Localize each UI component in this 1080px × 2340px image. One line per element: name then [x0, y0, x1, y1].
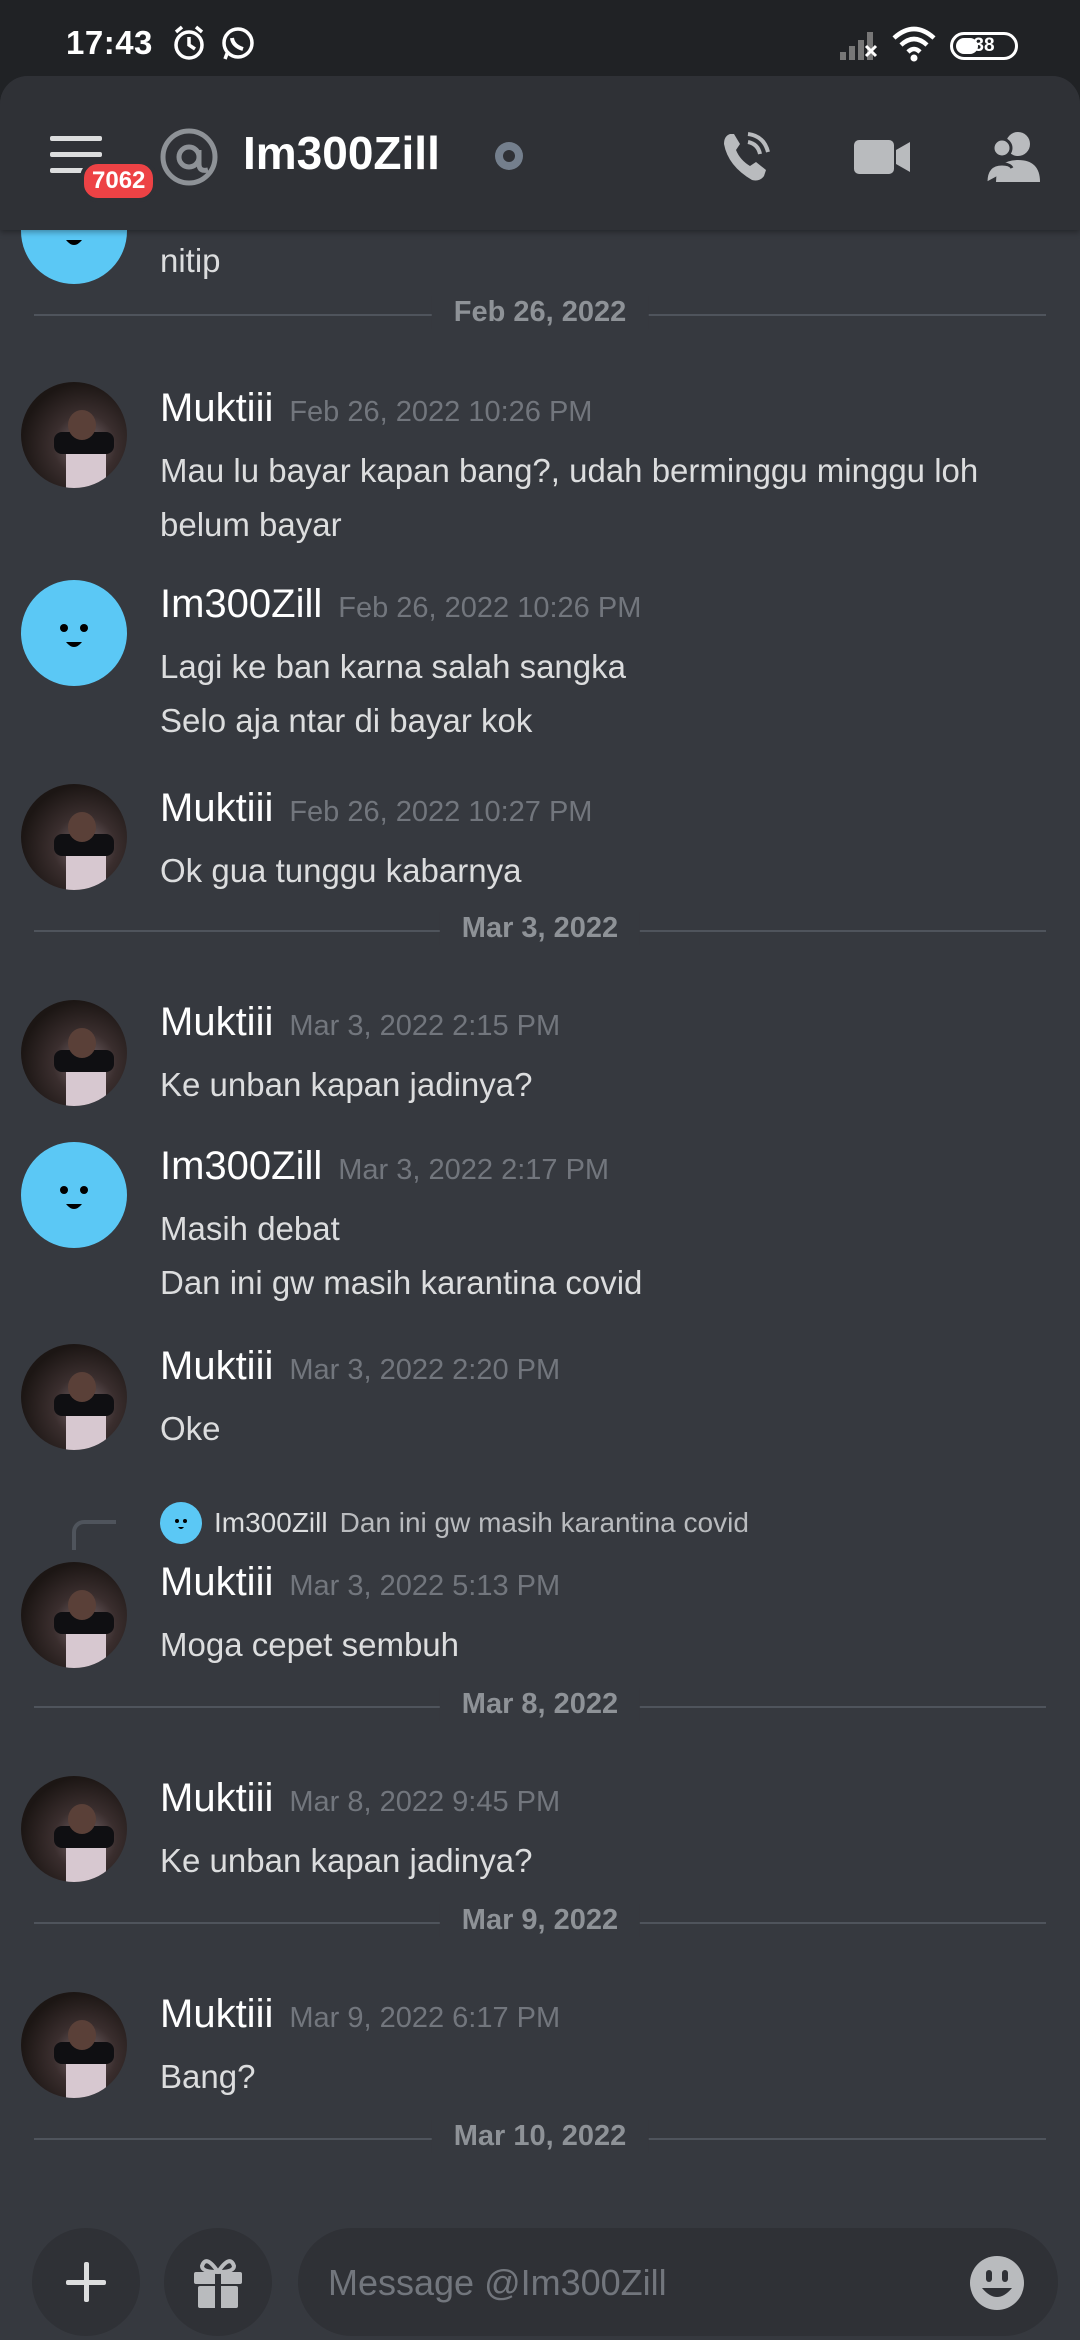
plus-icon — [66, 2262, 106, 2302]
message-timestamp: Mar 3, 2022 5:13 PM — [289, 1570, 561, 1602]
message-text: Ok gua tunggu kabarnya — [160, 852, 522, 889]
date-separator: Mar 9, 2022 — [34, 1904, 1046, 1937]
message-list[interactable]: nitip Feb 26, 2022 Muktiii Feb 26, 2022 1… — [0, 230, 1080, 2200]
message-author[interactable]: Muktiii Mar 3, 2022 2:20 PM — [160, 1344, 560, 1389]
message-timestamp: Mar 9, 2022 6:17 PM — [289, 2002, 561, 2034]
avatar[interactable] — [21, 784, 127, 890]
emoji-icon[interactable] — [968, 2254, 1026, 2312]
avatar[interactable] — [21, 1992, 127, 2098]
app-card: 7062 Im300Zill nitip Feb 26, 2022 Muktii… — [0, 76, 1080, 2340]
reply-connector — [72, 1520, 116, 1550]
voice-call-icon[interactable] — [718, 128, 776, 186]
add-attachment-button[interactable] — [32, 2228, 140, 2336]
message-text: Masih debat Dan ini gw masih karantina co… — [160, 1210, 643, 1301]
message-timestamp: Mar 8, 2022 9:45 PM — [289, 1786, 561, 1818]
reply-avatar — [160, 1502, 202, 1544]
message-timestamp: Mar 3, 2022 2:17 PM — [338, 1154, 610, 1186]
message-timestamp: Feb 26, 2022 10:26 PM — [338, 592, 642, 624]
message-author[interactable]: Im300Zill Feb 26, 2022 10:26 PM — [160, 582, 641, 627]
reply-preview[interactable]: Im300Zill Dan ini gw masih karantina cov… — [160, 1502, 749, 1544]
message-text: nitip — [160, 242, 221, 279]
date-separator: Mar 10, 2022 — [34, 2120, 1046, 2153]
message-text: Oke — [160, 1410, 221, 1447]
status-offline-icon — [495, 142, 523, 170]
message-author[interactable]: Muktiii Mar 3, 2022 5:13 PM — [160, 1560, 560, 1605]
battery-icon: 38 — [950, 32, 1018, 60]
message-text: Moga cepet sembuh — [160, 1626, 460, 1663]
avatar[interactable] — [21, 1562, 127, 1668]
avatar[interactable] — [21, 1776, 127, 1882]
avatar[interactable] — [21, 1344, 127, 1450]
avatar[interactable] — [21, 1142, 127, 1248]
gift-button[interactable] — [164, 2228, 272, 2336]
gift-icon — [194, 2259, 242, 2308]
avatar[interactable] — [21, 1000, 127, 1106]
reply-text: Dan ini gw masih karantina covid — [339, 1507, 749, 1538]
message-author[interactable]: Muktiii Mar 3, 2022 2:15 PM — [160, 1000, 560, 1045]
status-bar: 17:43 38 — [0, 0, 1080, 76]
message-author[interactable]: Muktiii Mar 8, 2022 9:45 PM — [160, 1776, 560, 1821]
message-input-placeholder: Message @Im300Zill — [328, 2262, 667, 2303]
message-text: Mau lu bayar kapan bang?, udah berminggu… — [160, 452, 979, 543]
date-separator: Mar 3, 2022 — [34, 912, 1046, 945]
clock: 17:43 — [66, 24, 153, 61]
message-author[interactable]: Muktiii Feb 26, 2022 10:27 PM — [160, 786, 592, 831]
reply-author: Im300Zill — [214, 1507, 328, 1538]
composer-bar: Message @Im300Zill — [0, 2200, 1080, 2340]
date-separator: Feb 26, 2022 — [34, 296, 1046, 329]
message-author[interactable]: Muktiii Mar 9, 2022 6:17 PM — [160, 1992, 560, 2037]
message-text: Ke unban kapan jadinya? — [160, 1842, 533, 1879]
message-timestamp: Mar 3, 2022 2:20 PM — [289, 1354, 561, 1386]
avatar[interactable] — [21, 230, 127, 284]
date-label: Mar 8, 2022 — [439, 1688, 641, 1721]
date-label: Mar 10, 2022 — [431, 2120, 649, 2153]
unread-badge: 7062 — [80, 160, 158, 202]
date-label: Feb 26, 2022 — [431, 296, 649, 329]
alarm-icon — [174, 25, 204, 60]
message-text: Lagi ke ban karna salah sangka Selo aja n… — [160, 648, 626, 739]
signal-icon — [840, 32, 878, 60]
members-icon[interactable] — [984, 128, 1046, 186]
battery-level: 38 — [973, 35, 995, 56]
date-label: Mar 9, 2022 — [439, 1904, 641, 1937]
avatar[interactable] — [21, 580, 127, 686]
message-text: Bang? — [160, 2058, 256, 2095]
message-timestamp: Mar 3, 2022 2:15 PM — [289, 1010, 561, 1042]
date-separator: Mar 8, 2022 — [34, 1688, 1046, 1721]
date-label: Mar 3, 2022 — [439, 912, 641, 945]
avatar[interactable] — [21, 382, 127, 488]
at-icon — [160, 128, 218, 186]
message-author[interactable]: Muktiii Feb 26, 2022 10:26 PM — [160, 386, 592, 431]
message-input[interactable]: Message @Im300Zill — [298, 2228, 1058, 2336]
channel-header: 7062 Im300Zill — [0, 76, 1080, 230]
wifi-icon — [892, 26, 936, 62]
video-call-icon[interactable] — [852, 128, 912, 186]
message-text: Ke unban kapan jadinya? — [160, 1066, 533, 1103]
message-timestamp: Feb 26, 2022 10:26 PM — [289, 396, 593, 428]
channel-title: Im300Zill — [243, 127, 440, 179]
message-author[interactable]: Im300Zill Mar 3, 2022 2:17 PM — [160, 1144, 609, 1189]
message-timestamp: Feb 26, 2022 10:27 PM — [289, 796, 593, 828]
whatsapp-icon — [222, 27, 254, 60]
